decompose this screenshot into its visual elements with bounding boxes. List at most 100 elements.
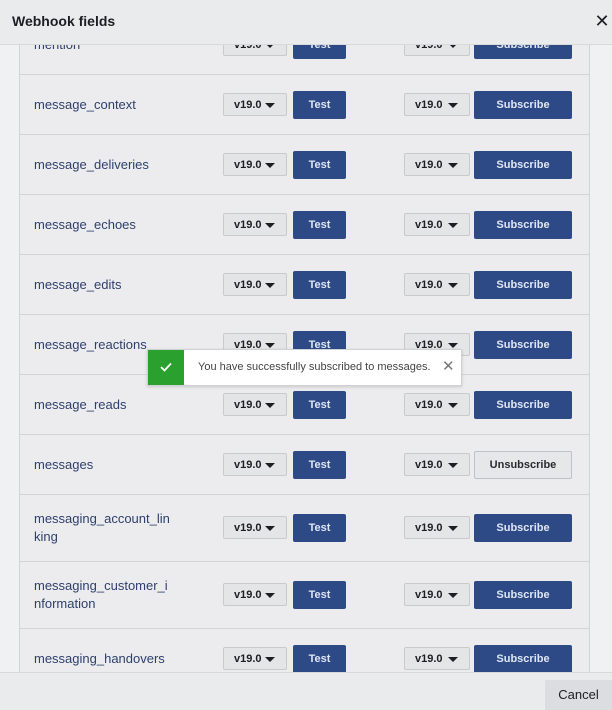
field-row: messages v19.0 Test v19.0 Unsubscribe bbox=[20, 435, 589, 495]
test-button[interactable]: Test bbox=[293, 151, 346, 179]
test-version-value: v19.0 bbox=[234, 589, 262, 601]
subscribe-button[interactable]: Subscribe bbox=[474, 45, 572, 59]
test-button[interactable]: Test bbox=[293, 45, 346, 59]
test-button[interactable]: Test bbox=[293, 271, 346, 299]
subscribe-button[interactable]: Subscribe bbox=[474, 271, 572, 299]
test-version-dropdown[interactable]: v19.0 bbox=[223, 393, 287, 416]
subscribe-version-dropdown[interactable]: v19.0 bbox=[404, 647, 470, 670]
field-name: message_echoes bbox=[34, 217, 136, 232]
subscribe-button[interactable]: Subscribe bbox=[474, 331, 572, 359]
test-button[interactable]: Test bbox=[293, 514, 346, 542]
test-version-value: v19.0 bbox=[234, 459, 262, 471]
caret-down-icon bbox=[448, 45, 458, 48]
caret-down-icon bbox=[265, 103, 275, 108]
subscribe-version-dropdown[interactable]: v19.0 bbox=[404, 393, 470, 416]
caret-down-icon bbox=[265, 343, 275, 348]
caret-down-icon bbox=[448, 103, 458, 108]
field-name: message_reads bbox=[34, 397, 127, 412]
close-icon[interactable]: ✕ bbox=[592, 11, 612, 31]
subscribe-version-dropdown[interactable]: v19.0 bbox=[404, 273, 470, 296]
subscribe-button[interactable]: Subscribe bbox=[474, 91, 572, 119]
toast-message: You have successfully subscribed to mess… bbox=[198, 361, 431, 373]
subscribe-button[interactable]: Subscribe bbox=[474, 151, 572, 179]
subscribe-button[interactable]: Subscribe bbox=[474, 514, 572, 542]
field-row: message_edits v19.0 Test v19.0 Subscribe bbox=[20, 255, 589, 315]
test-version-dropdown[interactable]: v19.0 bbox=[223, 213, 287, 236]
field-row: messaging_handovers v19.0 Test v19.0 Subscri… bbox=[20, 629, 589, 672]
field-row: message_echoes v19.0 Test v19.0 Subscribe bbox=[20, 195, 589, 255]
field-name: message_context bbox=[34, 97, 136, 112]
field-row: message_context v19.0 Test v19.0 Subscribe bbox=[20, 75, 589, 135]
test-button[interactable]: Test bbox=[293, 211, 346, 239]
subscribe-version-dropdown[interactable]: v19.0 bbox=[404, 583, 470, 606]
caret-down-icon bbox=[448, 163, 458, 168]
field-name: message_deliveries bbox=[34, 157, 149, 172]
toast-status bbox=[148, 350, 184, 385]
subscribe-version-value: v19.0 bbox=[415, 159, 443, 171]
field-name: messaging_handovers bbox=[34, 651, 165, 666]
test-version-value: v19.0 bbox=[234, 279, 262, 291]
field-row: mention v19.0 Test v19.0 Subscribe bbox=[20, 45, 589, 75]
subscribe-version-value: v19.0 bbox=[415, 99, 443, 111]
test-version-dropdown[interactable]: v19.0 bbox=[223, 647, 287, 670]
cancel-button[interactable]: Cancel bbox=[545, 680, 612, 710]
dialog-footer: Cancel bbox=[0, 672, 612, 710]
test-button[interactable]: Test bbox=[293, 451, 346, 479]
subscribe-version-value: v19.0 bbox=[415, 589, 443, 601]
caret-down-icon bbox=[265, 163, 275, 168]
field-row: messaging_account_linking v19.0 Test v19.0 S… bbox=[20, 495, 589, 562]
test-version-dropdown[interactable]: v19.0 bbox=[223, 273, 287, 296]
subscribe-version-dropdown[interactable]: v19.0 bbox=[404, 93, 470, 116]
field-name: message_edits bbox=[34, 277, 122, 292]
test-button[interactable]: Test bbox=[293, 91, 346, 119]
test-version-value: v19.0 bbox=[234, 219, 262, 231]
field-name: messages bbox=[34, 457, 94, 472]
test-version-value: v19.0 bbox=[234, 522, 262, 534]
caret-down-icon bbox=[448, 657, 458, 662]
test-version-dropdown[interactable]: v19.0 bbox=[223, 93, 287, 116]
test-version-dropdown[interactable]: v19.0 bbox=[223, 583, 287, 606]
subscribe-version-dropdown[interactable]: v19.0 bbox=[404, 45, 470, 56]
subscribe-version-value: v19.0 bbox=[415, 45, 443, 51]
subscribe-version-value: v19.0 bbox=[415, 522, 443, 534]
subscribe-button[interactable]: Subscribe bbox=[474, 581, 572, 609]
caret-down-icon bbox=[448, 403, 458, 408]
subscribe-version-dropdown[interactable]: v19.0 bbox=[404, 516, 470, 539]
field-row: messaging_customer_information v19.0 Test v… bbox=[20, 562, 589, 629]
test-version-value: v19.0 bbox=[234, 399, 262, 411]
subscribe-version-dropdown[interactable]: v19.0 bbox=[404, 453, 470, 476]
test-button[interactable]: Test bbox=[293, 645, 346, 672]
test-button[interactable]: Test bbox=[293, 581, 346, 609]
test-version-dropdown[interactable]: v19.0 bbox=[223, 516, 287, 539]
caret-down-icon bbox=[448, 283, 458, 288]
caret-down-icon bbox=[448, 223, 458, 228]
caret-down-icon bbox=[265, 657, 275, 662]
webhook-fields-dialog: Webhook fields ✕ mention v19.0 Test v19.0 Su… bbox=[0, 0, 612, 710]
subscribe-version-value: v19.0 bbox=[415, 279, 443, 291]
caret-down-icon bbox=[265, 403, 275, 408]
subscribe-version-value: v19.0 bbox=[415, 459, 443, 471]
caret-down-icon bbox=[265, 223, 275, 228]
subscribe-version-value: v19.0 bbox=[415, 219, 443, 231]
field-name: messaging_customer_information bbox=[34, 578, 168, 611]
subscribe-button[interactable]: Subscribe bbox=[474, 211, 572, 239]
test-version-dropdown[interactable]: v19.0 bbox=[223, 153, 287, 176]
caret-down-icon bbox=[448, 593, 458, 598]
field-row: message_deliveries v19.0 Test v19.0 Subscrib… bbox=[20, 135, 589, 195]
subscribe-version-value: v19.0 bbox=[415, 653, 443, 665]
toast-close-icon[interactable]: ✕ bbox=[442, 358, 456, 376]
unsubscribe-button[interactable]: Unsubscribe bbox=[474, 451, 572, 479]
subscribe-button[interactable]: Subscribe bbox=[474, 645, 572, 672]
dialog-title: Webhook fields bbox=[12, 13, 116, 29]
caret-down-icon bbox=[265, 283, 275, 288]
caret-down-icon bbox=[265, 526, 275, 531]
subscribe-version-value: v19.0 bbox=[415, 399, 443, 411]
subscribe-button[interactable]: Subscribe bbox=[474, 391, 572, 419]
subscribe-version-dropdown[interactable]: v19.0 bbox=[404, 153, 470, 176]
subscribe-version-dropdown[interactable]: v19.0 bbox=[404, 213, 470, 236]
field-name: mention bbox=[34, 45, 174, 54]
caret-down-icon bbox=[448, 343, 458, 348]
test-version-dropdown[interactable]: v19.0 bbox=[223, 45, 287, 56]
test-button[interactable]: Test bbox=[293, 391, 346, 419]
test-version-dropdown[interactable]: v19.0 bbox=[223, 453, 287, 476]
